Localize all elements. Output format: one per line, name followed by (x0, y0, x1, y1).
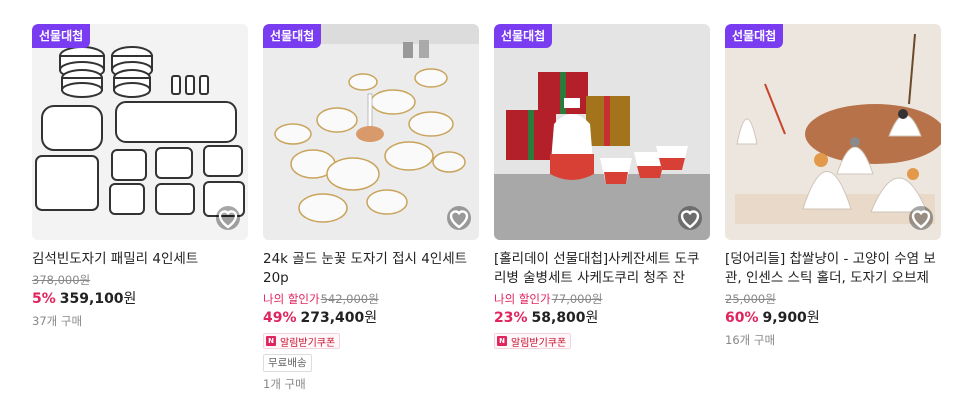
coupon-icon: N (266, 336, 276, 346)
currency-unit: 원 (585, 310, 599, 326)
sold-count: 37개 구매 (32, 314, 83, 328)
discount-rate: 5% (32, 291, 56, 307)
my-price-label: 나의 할인가 (263, 292, 320, 306)
sale-price: 273,400 (300, 310, 365, 326)
promo-badge: 선물대첩 (725, 24, 784, 48)
discount-rate: 23% (494, 310, 528, 326)
discount-rate: 60% (725, 310, 759, 326)
original-price: 378,000원 (32, 273, 91, 287)
product-grid: 선물대첩 김석빈도자기 패밀리 4인세트 378,000원 5% 359,100원… (0, 0, 966, 404)
promo-badge: 선물대첩 (263, 24, 322, 48)
sale-price: 359,100 (59, 291, 124, 307)
free-shipping-tag: 무료배송 (263, 354, 312, 372)
product-card[interactable]: 선물대첩 [덩어리들] 찹쌀냥이 - 고양이 수염 보관, 인센스 스틱 홀더,… (725, 24, 941, 348)
product-image[interactable]: 선물대첩 (32, 24, 248, 240)
coupon-badge[interactable]: N 알림받기쿠폰 (494, 333, 572, 349)
price-row: 23% 58,800원 (494, 308, 710, 328)
sold-count: 16개 구매 (725, 333, 776, 347)
price-row: 60% 9,900원 (725, 308, 941, 328)
currency-unit: 원 (123, 291, 137, 307)
price-row: 49% 273,400원 (263, 308, 479, 328)
currency-unit: 원 (806, 310, 820, 326)
original-price-row: 378,000원 (32, 271, 248, 289)
product-title[interactable]: [홀리데이 선물대첩]사케잔세트 도쿠리병 술병세트 사케도쿠리 청주 잔 (494, 250, 710, 288)
wishlist-heart-icon[interactable] (909, 206, 933, 230)
product-card[interactable]: 선물대첩 24k 골드 눈꽃 도자기 접시 4인세트 20p 나의 할인가542… (263, 24, 479, 392)
product-title[interactable]: [덩어리들] 찹쌀냥이 - 고양이 수염 보관, 인센스 스틱 홀더, 도자기 … (725, 250, 941, 288)
my-price-label: 나의 할인가 (494, 292, 551, 306)
coupon-icon: N (497, 336, 507, 346)
price-row: 5% 359,100원 (32, 289, 248, 309)
sold-count: 1개 구매 (263, 377, 306, 391)
product-image[interactable]: 선물대첩 (263, 24, 479, 240)
wishlist-heart-icon[interactable] (447, 206, 471, 230)
currency-unit: 원 (364, 310, 378, 326)
product-title[interactable]: 김석빈도자기 패밀리 4인세트 (32, 250, 248, 269)
original-price: 542,000원 (320, 292, 379, 306)
original-price-row: 25,000원 (725, 290, 941, 308)
original-price-row: 나의 할인가77,000원 (494, 290, 710, 308)
product-image[interactable]: 선물대첩 (725, 24, 941, 240)
promo-badge: 선물대첩 (32, 24, 91, 48)
product-card[interactable]: 선물대첩 [홀리데이 선물대첩]사케잔세트 도쿠리병 술병세트 사케도쿠리 청주… (494, 24, 710, 349)
coupon-label: 알림받기쿠폰 (280, 337, 336, 349)
wishlist-heart-icon[interactable] (678, 206, 702, 230)
original-price: 25,000원 (725, 292, 776, 306)
product-title[interactable]: 24k 골드 눈꽃 도자기 접시 4인세트 20p (263, 250, 479, 288)
coupon-badge[interactable]: N 알림받기쿠폰 (263, 333, 341, 349)
original-price-row: 나의 할인가542,000원 (263, 290, 479, 308)
product-image[interactable]: 선물대첩 (494, 24, 710, 240)
original-price: 77,000원 (551, 292, 603, 306)
discount-rate: 49% (263, 310, 297, 326)
sale-price: 58,800 (531, 310, 586, 326)
coupon-label: 알림받기쿠폰 (511, 337, 567, 349)
promo-badge: 선물대첩 (494, 24, 553, 48)
product-card[interactable]: 선물대첩 김석빈도자기 패밀리 4인세트 378,000원 5% 359,100원… (32, 24, 248, 329)
wishlist-heart-icon[interactable] (216, 206, 240, 230)
sale-price: 9,900 (762, 310, 807, 326)
